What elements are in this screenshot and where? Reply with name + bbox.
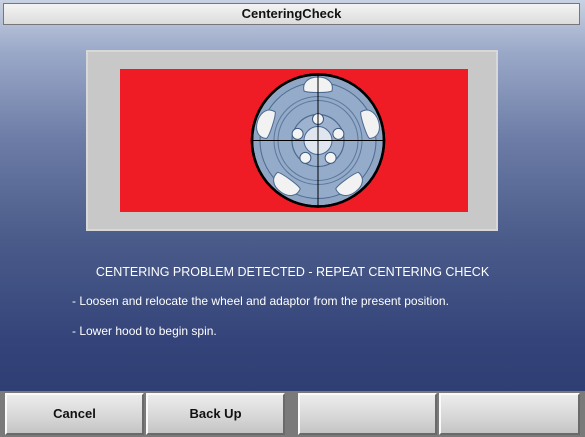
wheel-icon: [250, 73, 386, 208]
centering-check-window: CenteringCheck CENTERING PROBLEM DETECTE…: [0, 0, 585, 437]
blank-button-3[interactable]: [298, 393, 437, 435]
instruction-line: - Loosen and relocate the wheel and adap…: [72, 294, 449, 308]
button-bar: Cancel Back Up: [0, 391, 585, 437]
centering-problem-message: CENTERING PROBLEM DETECTED - REPEAT CENT…: [95, 265, 490, 279]
wheel-diagram-background: [120, 69, 468, 212]
cancel-button[interactable]: Cancel: [5, 393, 144, 435]
instruction-line: - Lower hood to begin spin.: [72, 324, 217, 338]
window-title: CenteringCheck: [3, 3, 580, 25]
blank-button-4[interactable]: [439, 393, 580, 435]
wheel-diagram-panel: [86, 50, 498, 231]
back-up-button[interactable]: Back Up: [146, 393, 285, 435]
